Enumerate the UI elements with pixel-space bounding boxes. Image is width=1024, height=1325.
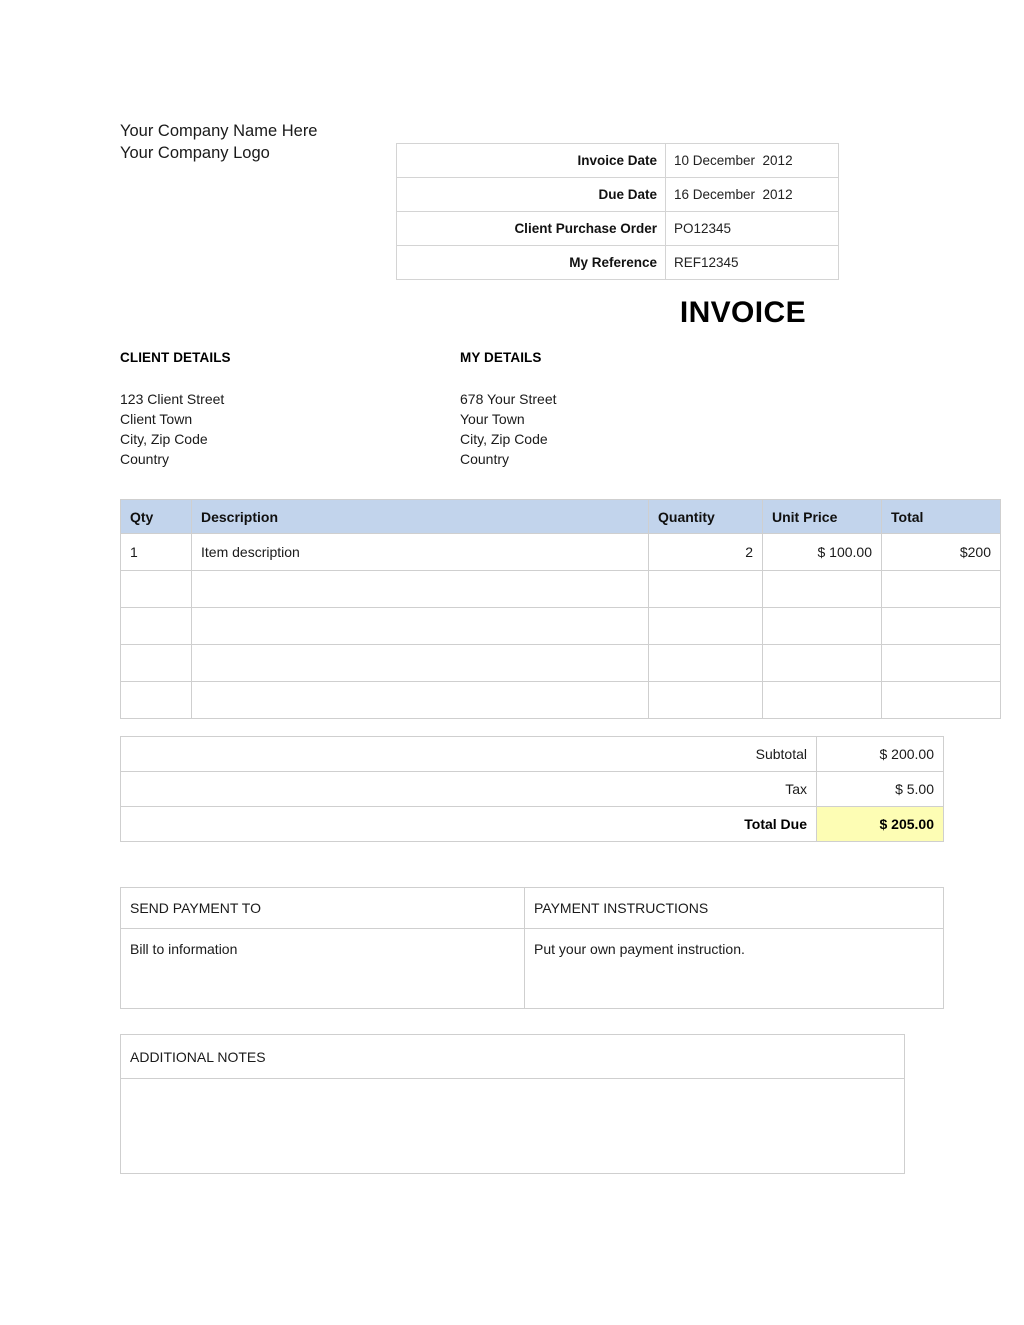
- cell-quantity: [648, 570, 763, 608]
- additional-notes-heading: ADDITIONAL NOTES: [120, 1034, 905, 1079]
- cell-total: [881, 607, 1001, 645]
- client-address-line: 123 Client Street: [120, 391, 225, 407]
- invoice-page: Your Company Name Here Your Company Logo…: [0, 0, 1024, 1325]
- table-row: Due Date 16 December 2012: [396, 177, 839, 212]
- due-date-value: 16 December 2012: [665, 177, 839, 212]
- tax-label: Tax: [120, 771, 817, 807]
- table-row: [120, 1078, 905, 1174]
- cell-description: Item description: [191, 533, 649, 571]
- table-row: Client Purchase Order PO12345: [396, 211, 839, 246]
- additional-notes-body: [120, 1078, 905, 1174]
- cell-description: [191, 644, 649, 682]
- table-row: [120, 570, 1001, 608]
- cell-quantity: [648, 681, 763, 719]
- cell-qty: [120, 644, 192, 682]
- cell-description: [191, 681, 649, 719]
- cell-description: [191, 607, 649, 645]
- tax-value: $ 5.00: [816, 771, 944, 807]
- my-address-line: City, Zip Code: [460, 431, 548, 447]
- cell-total: $200: [881, 533, 1001, 571]
- cell-unit-price: [762, 644, 882, 682]
- cell-total: [881, 570, 1001, 608]
- cell-unit-price: [762, 570, 882, 608]
- column-header-description: Description: [191, 499, 649, 534]
- table-row: Bill to information Put your own payment…: [120, 928, 944, 1009]
- cell-total: [881, 644, 1001, 682]
- total-due-label: Total Due: [120, 806, 817, 842]
- client-address-line: City, Zip Code: [120, 431, 208, 447]
- send-payment-to-body: Bill to information: [120, 928, 525, 1009]
- client-details-address: 123 Client Street Client Town City, Zip …: [120, 389, 224, 469]
- column-header-quantity: Quantity: [648, 499, 763, 534]
- cell-qty: [120, 570, 192, 608]
- cell-quantity: 2: [648, 533, 763, 571]
- client-purchase-order-label: Client Purchase Order: [396, 211, 666, 246]
- subtotal-value: $ 200.00: [816, 736, 944, 772]
- cell-unit-price: [762, 681, 882, 719]
- table-row: ADDITIONAL NOTES: [120, 1034, 905, 1079]
- additional-notes-panel: ADDITIONAL NOTES: [120, 1034, 905, 1174]
- table-row: 1 Item description 2 $ 100.00 $200: [120, 533, 1001, 571]
- column-header-total: Total: [881, 499, 1001, 534]
- my-address-line: Your Town: [460, 411, 525, 427]
- table-row: SEND PAYMENT TO PAYMENT INSTRUCTIONS: [120, 887, 944, 929]
- column-header-qty: Qty: [120, 499, 192, 534]
- my-address-line: 678 Your Street: [460, 391, 557, 407]
- cell-unit-price: $ 100.00: [762, 533, 882, 571]
- cell-quantity: [648, 644, 763, 682]
- page-title: INVOICE: [679, 296, 806, 329]
- invoice-date-label: Invoice Date: [396, 143, 666, 178]
- due-date-label: Due Date: [396, 177, 666, 212]
- company-name: Your Company Name Here: [120, 122, 318, 140]
- cell-unit-price: [762, 607, 882, 645]
- cell-qty: [120, 607, 192, 645]
- my-reference-label: My Reference: [396, 245, 666, 280]
- cell-description: [191, 570, 649, 608]
- client-purchase-order-value: PO12345: [665, 211, 839, 246]
- table-row: [120, 681, 1001, 719]
- invoice-meta-table: Invoice Date 10 December 2012 Due Date 1…: [396, 143, 839, 280]
- client-details-heading: CLIENT DETAILS: [120, 350, 231, 365]
- line-items-table: Qty Description Quantity Unit Price Tota…: [120, 499, 1001, 719]
- my-address-line: Country: [460, 451, 510, 467]
- my-details-address: 678 Your Street Your Town City, Zip Code…: [460, 389, 557, 469]
- table-row: Tax $ 5.00: [120, 771, 944, 807]
- column-header-unit-price: Unit Price: [762, 499, 882, 534]
- payment-panels: SEND PAYMENT TO PAYMENT INSTRUCTIONS Bil…: [120, 887, 944, 1009]
- payment-instructions-heading: PAYMENT INSTRUCTIONS: [524, 887, 944, 929]
- total-due-value: $ 205.00: [816, 806, 944, 842]
- table-header-row: Qty Description Quantity Unit Price Tota…: [120, 499, 1001, 534]
- subtotal-label: Subtotal: [120, 736, 817, 772]
- my-reference-value: REF12345: [665, 245, 839, 280]
- cell-quantity: [648, 607, 763, 645]
- table-row: [120, 644, 1001, 682]
- client-address-line: Country: [120, 451, 170, 467]
- invoice-date-value: 10 December 2012: [665, 143, 839, 178]
- table-row: Total Due $ 205.00: [120, 806, 944, 842]
- cell-qty: 1: [120, 533, 192, 571]
- table-row: Invoice Date 10 December 2012: [396, 143, 839, 178]
- cell-qty: [120, 681, 192, 719]
- client-address-line: Client Town: [120, 411, 193, 427]
- payment-instructions-body: Put your own payment instruction.: [524, 928, 944, 1009]
- cell-total: [881, 681, 1001, 719]
- send-payment-to-heading: SEND PAYMENT TO: [120, 887, 525, 929]
- table-row: My Reference REF12345: [396, 245, 839, 280]
- table-row: Subtotal $ 200.00: [120, 736, 944, 772]
- table-row: [120, 607, 1001, 645]
- totals-table: Subtotal $ 200.00 Tax $ 5.00 Total Due $…: [120, 736, 944, 842]
- my-details-heading: MY DETAILS: [460, 350, 542, 365]
